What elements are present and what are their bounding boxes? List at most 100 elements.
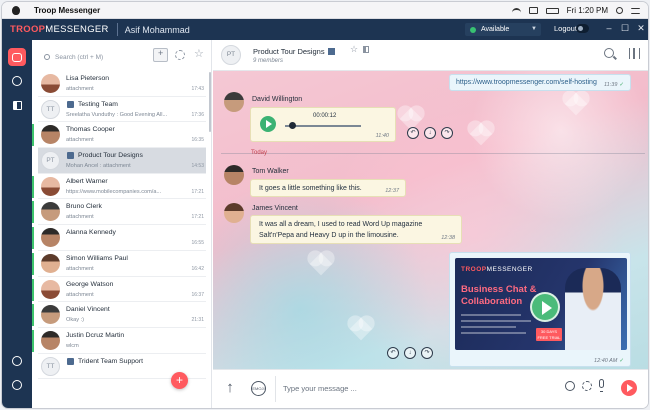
play-video-button[interactable] <box>530 292 560 322</box>
download-icon[interactable]: ↓ <box>404 347 416 359</box>
send-button[interactable] <box>621 380 637 396</box>
battery-icon[interactable] <box>545 7 559 14</box>
microphone-icon[interactable] <box>599 379 604 392</box>
contact-list-item[interactable]: George Watson attachment 16:37 <box>32 277 206 303</box>
menubar-app-name[interactable]: Troop Messenger <box>34 6 100 15</box>
download-icon[interactable]: ↓ <box>424 127 436 139</box>
audio-progress-track[interactable] <box>285 125 361 127</box>
avatar <box>41 330 60 350</box>
support-nav-button[interactable] <box>8 352 26 370</box>
contact-list-item[interactable]: Lisa Pieterson attachment 17:43 <box>38 71 206 97</box>
outgoing-link-message[interactable]: https://www.troopmessenger.com/self-host… <box>449 74 631 91</box>
notification-center-icon[interactable] <box>631 7 640 14</box>
chat-title[interactable]: Product Tour Designs <box>253 47 335 56</box>
speaker-icon[interactable] <box>363 46 369 53</box>
contact-list-item[interactable]: Thomas Cooper attachment 16:35 <box>32 122 206 149</box>
message-time: 14:53 <box>191 163 204 170</box>
sender-name[interactable]: David Willington <box>252 96 302 103</box>
message-input[interactable] <box>283 380 553 396</box>
chats-nav-button[interactable] <box>8 48 26 66</box>
maximize-icon[interactable]: ☐ <box>620 23 630 34</box>
gear-icon <box>12 380 22 390</box>
forward-icon[interactable]: ↷ <box>421 347 433 359</box>
settings-nav-button[interactable] <box>8 376 26 394</box>
message-preview: https://www.mobilecompanies.com/a... <box>66 188 162 195</box>
system-menubar: Troop Messenger Fri 1:20 PM <box>2 2 648 19</box>
chat-search-icon[interactable] <box>604 48 614 58</box>
contact-list-item[interactable]: Justin Dcruz Martin wlcm <box>32 328 206 354</box>
dashboard-nav-button[interactable] <box>8 72 26 90</box>
message-link[interactable]: https://www.troopmessenger.com/self-host… <box>456 79 597 86</box>
emoji-button[interactable]: EMOJI <box>251 381 266 396</box>
group-avatar: TT <box>41 99 60 119</box>
favorite-star-icon[interactable]: ☆ <box>350 44 358 55</box>
logout-button[interactable]: Logout <box>554 24 577 33</box>
search-input[interactable]: Search (ctrl + M) <box>44 50 142 64</box>
message-time: 12:40 AM ✓ <box>594 358 624 364</box>
message-text-line-2: Salt'n'Pepa and Heavy D up in the limous… <box>259 232 399 239</box>
star-icon[interactable]: ☆ <box>194 47 204 60</box>
contact-list: Lisa Pieterson attachment 17:43 TT Testing T… <box>32 71 206 380</box>
play-audio-button[interactable] <box>260 116 276 132</box>
filter-icon[interactable] <box>175 50 185 60</box>
promo-headline-1: Business Chat & <box>461 284 537 295</box>
chevron-down-icon: ▼ <box>531 26 537 32</box>
contact-list-item[interactable]: Bruno Clerk attachment 17:21 <box>32 199 206 226</box>
close-icon[interactable]: ✕ <box>636 23 646 34</box>
contact-name: Testing Team <box>67 100 118 108</box>
attach-arrow-icon[interactable]: ↑ <box>223 379 237 397</box>
chat-bubble-icon <box>12 52 22 62</box>
display-icon[interactable] <box>528 7 538 14</box>
contact-name: Bruno Clerk <box>66 203 102 211</box>
message-time: 12:37 <box>385 188 399 194</box>
text-message[interactable]: It was all a dream, I used to read Word … <box>250 215 462 244</box>
sender-avatar[interactable] <box>224 203 244 223</box>
promo-headline-2: Collaboration <box>461 296 523 307</box>
spotlight-icon[interactable] <box>616 7 623 14</box>
contact-list-item[interactable]: Albert Warner https://www.mobilecompanies… <box>32 174 206 200</box>
avatar <box>41 125 60 145</box>
sender-name[interactable]: James Vincent <box>252 205 298 212</box>
sender-avatar[interactable] <box>224 165 244 185</box>
tag-icon[interactable] <box>582 381 592 391</box>
reply-icon[interactable]: ↶ <box>407 127 419 139</box>
minimize-icon[interactable]: – <box>604 23 614 33</box>
sender-avatar[interactable] <box>224 92 244 112</box>
apps-nav-button[interactable] <box>8 96 26 114</box>
contact-list-item[interactable]: PT Product Tour Designs Mohan Ancel : atta… <box>38 148 206 174</box>
contact-list-item[interactable]: Simon Williams Paul attachment 16:42 <box>32 251 206 277</box>
contact-list-item[interactable]: TT Testing Team Sreelatha Vunduthy : Good … <box>38 97 206 123</box>
text-message[interactable]: It goes a little something like this. 12… <box>250 179 406 197</box>
video-thumbnail[interactable]: TROOPMESSENGER Business Chat & Collabora… <box>455 258 627 350</box>
apple-icon[interactable] <box>12 5 20 15</box>
message-time: 12:38 <box>441 235 455 241</box>
at-mention-icon[interactable] <box>565 381 575 391</box>
message-preview: attachment <box>66 137 94 144</box>
wifi-icon[interactable] <box>511 7 521 14</box>
avatar <box>41 228 60 248</box>
chat-settings-icon[interactable] <box>629 48 640 59</box>
navigation-rail <box>2 40 32 408</box>
message-preview: wlcm <box>66 342 79 349</box>
contact-list-item[interactable]: Alanna Kennedy 16:55 <box>32 225 206 251</box>
new-chat-button[interactable] <box>153 48 168 62</box>
reply-icon[interactable]: ↶ <box>387 347 399 359</box>
avatar <box>41 202 60 222</box>
forward-icon[interactable]: ↷ <box>441 127 453 139</box>
message-time: 11:39 ✓ <box>604 82 624 88</box>
logout-toggle[interactable] <box>576 24 589 33</box>
contact-list-item[interactable]: Daniel Vincent Okay :) 21:31 <box>32 302 206 328</box>
app-titlebar: TROOPMESSENGER Asif Mohammad Available ▼… <box>2 19 648 40</box>
status-dropdown[interactable]: Available ▼ <box>465 23 541 36</box>
group-avatar: PT <box>41 151 60 171</box>
sender-name[interactable]: Tom Walker <box>252 168 289 175</box>
group-avatar: TT <box>41 356 60 376</box>
menubar-clock[interactable]: Fri 1:20 PM <box>567 6 608 15</box>
audio-progress-handle[interactable] <box>289 122 296 129</box>
chat-member-count[interactable]: 9 members <box>253 58 283 64</box>
promo-text-line <box>461 326 516 328</box>
add-chat-button[interactable]: + <box>171 372 188 389</box>
chat-avatar[interactable]: PT <box>221 45 241 65</box>
contact-name: Lisa Pieterson <box>66 75 110 82</box>
contacts-scrollbar[interactable] <box>209 72 211 132</box>
